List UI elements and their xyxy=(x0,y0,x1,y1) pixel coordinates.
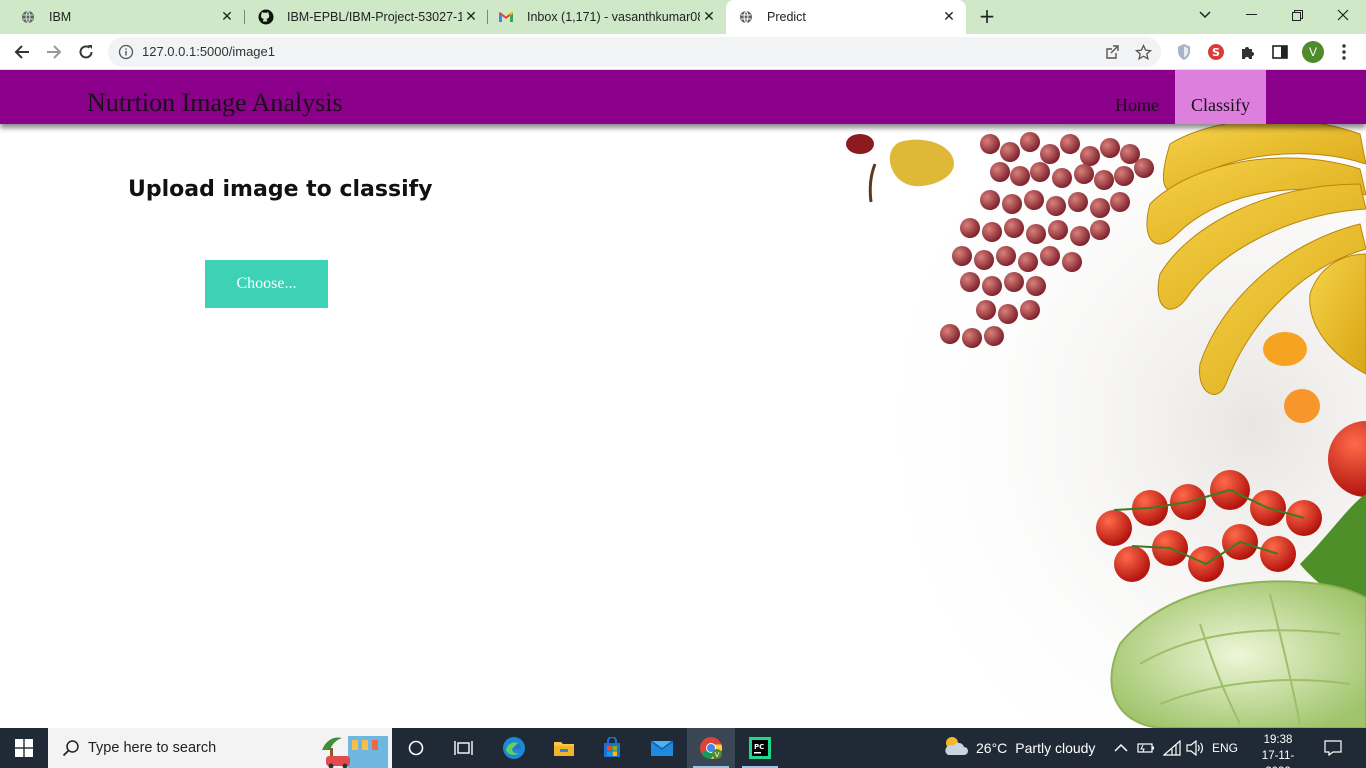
volume-icon[interactable] xyxy=(1186,728,1204,768)
tab-gmail[interactable]: Inbox (1,171) - vasanthkumar081 ✕ xyxy=(478,0,726,34)
partly-cloudy-icon xyxy=(942,735,968,762)
weather-desc: Partly cloudy xyxy=(1015,740,1096,756)
share-icon[interactable] xyxy=(1102,43,1120,61)
weather-widget[interactable]: 26°C Partly cloudy xyxy=(942,728,1095,768)
globe-icon xyxy=(738,9,754,25)
search-icon xyxy=(62,739,80,761)
windows-start-icon[interactable] xyxy=(0,728,48,768)
gmail-icon xyxy=(498,9,514,25)
extensions-puzzle-icon[interactable] xyxy=(1238,42,1258,62)
globe-icon xyxy=(20,9,36,25)
restore-icon[interactable] xyxy=(1274,0,1320,30)
language-label: ENG xyxy=(1212,741,1239,755)
github-icon xyxy=(258,9,274,25)
s-extension-icon[interactable]: S xyxy=(1206,42,1226,62)
page-viewport: Nutrtion Image Analysis Home Classify Up… xyxy=(0,70,1366,728)
search-highlight-illustration-icon xyxy=(312,730,392,768)
weather-temp: 26°C xyxy=(976,740,1008,756)
produce-background-image xyxy=(800,124,1366,728)
profile-initial: V xyxy=(1302,41,1324,63)
search-placeholder: Type here to search xyxy=(88,740,217,756)
url-text: 127.0.0.1:5000/image1 xyxy=(142,44,275,59)
shield-extension-icon[interactable] xyxy=(1174,42,1194,62)
network-icon[interactable] xyxy=(1163,728,1181,768)
info-icon[interactable] xyxy=(118,44,134,60)
close-icon[interactable]: ✕ xyxy=(940,8,958,26)
language-indicator[interactable]: ENG xyxy=(1212,728,1238,768)
tab-title: IBM xyxy=(49,10,72,24)
clock-date: 17-11-2022 xyxy=(1261,750,1295,768)
minimize-icon[interactable] xyxy=(1228,0,1274,30)
close-window-icon[interactable] xyxy=(1320,0,1366,30)
taskbar-clock[interactable]: 19:38 17-11-2022 xyxy=(1250,732,1306,768)
close-icon[interactable]: ✕ xyxy=(218,8,236,26)
mail-icon[interactable] xyxy=(638,728,686,768)
svg-text:PC: PC xyxy=(754,743,764,751)
site-brand[interactable]: Nutrtion Image Analysis xyxy=(87,88,343,118)
choose-file-button[interactable]: Choose... xyxy=(205,260,328,308)
bookmark-star-icon[interactable] xyxy=(1134,43,1152,61)
side-panel-icon[interactable] xyxy=(1270,42,1290,62)
tab-strip: IBM ✕ IBM-EPBL/IBM-Project-53027-16 ✕ In… xyxy=(0,0,1366,34)
profile-avatar[interactable]: V xyxy=(1301,40,1325,64)
address-bar[interactable]: 127.0.0.1:5000/image1 xyxy=(108,37,1161,67)
file-explorer-icon[interactable] xyxy=(540,728,588,768)
site-navbar: Nutrtion Image Analysis Home Classify xyxy=(0,70,1366,124)
tab-github[interactable]: IBM-EPBL/IBM-Project-53027-16 ✕ xyxy=(238,0,488,34)
close-icon[interactable]: ✕ xyxy=(700,8,718,26)
forward-icon[interactable] xyxy=(42,40,66,64)
page-heading: Upload image to classify xyxy=(128,177,433,202)
pycharm-icon[interactable]: PC xyxy=(736,728,784,768)
reload-icon[interactable] xyxy=(74,40,98,64)
edge-icon[interactable] xyxy=(490,728,538,768)
microsoft-store-icon[interactable] xyxy=(588,728,636,768)
kebab-menu-icon[interactable] xyxy=(1334,42,1354,62)
back-icon[interactable] xyxy=(10,40,34,64)
new-tab-button[interactable]: + xyxy=(976,6,998,28)
tab-title: IBM-EPBL/IBM-Project-53027-16 xyxy=(287,10,462,24)
tab-predict[interactable]: Predict ✕ xyxy=(726,0,966,34)
cortana-icon[interactable] xyxy=(392,728,440,768)
browser-toolbar: 127.0.0.1:5000/image1 S V xyxy=(0,34,1366,70)
tab-ibm[interactable]: IBM ✕ xyxy=(0,0,244,34)
task-view-icon[interactable] xyxy=(440,728,488,768)
clock-time: 19:38 xyxy=(1263,734,1293,746)
svg-text:V: V xyxy=(715,751,720,759)
chrome-taskbar-icon[interactable]: V xyxy=(687,728,735,768)
show-hidden-icons-icon[interactable] xyxy=(1114,728,1128,768)
svg-text:S: S xyxy=(1212,46,1220,59)
notifications-icon[interactable] xyxy=(1324,728,1342,768)
taskbar-search-box[interactable]: Type here to search xyxy=(48,728,392,768)
tab-title: Predict xyxy=(767,10,806,24)
battery-icon[interactable] xyxy=(1137,728,1155,768)
windows-taskbar: Type here to search V PC 26°C Partly clo… xyxy=(0,728,1366,768)
nav-classify-link[interactable]: Classify xyxy=(1175,70,1266,124)
tab-title: Inbox (1,171) - vasanthkumar081 xyxy=(527,10,700,24)
tab-search-icon[interactable] xyxy=(1182,0,1228,30)
nav-home-link[interactable]: Home xyxy=(1100,70,1174,124)
